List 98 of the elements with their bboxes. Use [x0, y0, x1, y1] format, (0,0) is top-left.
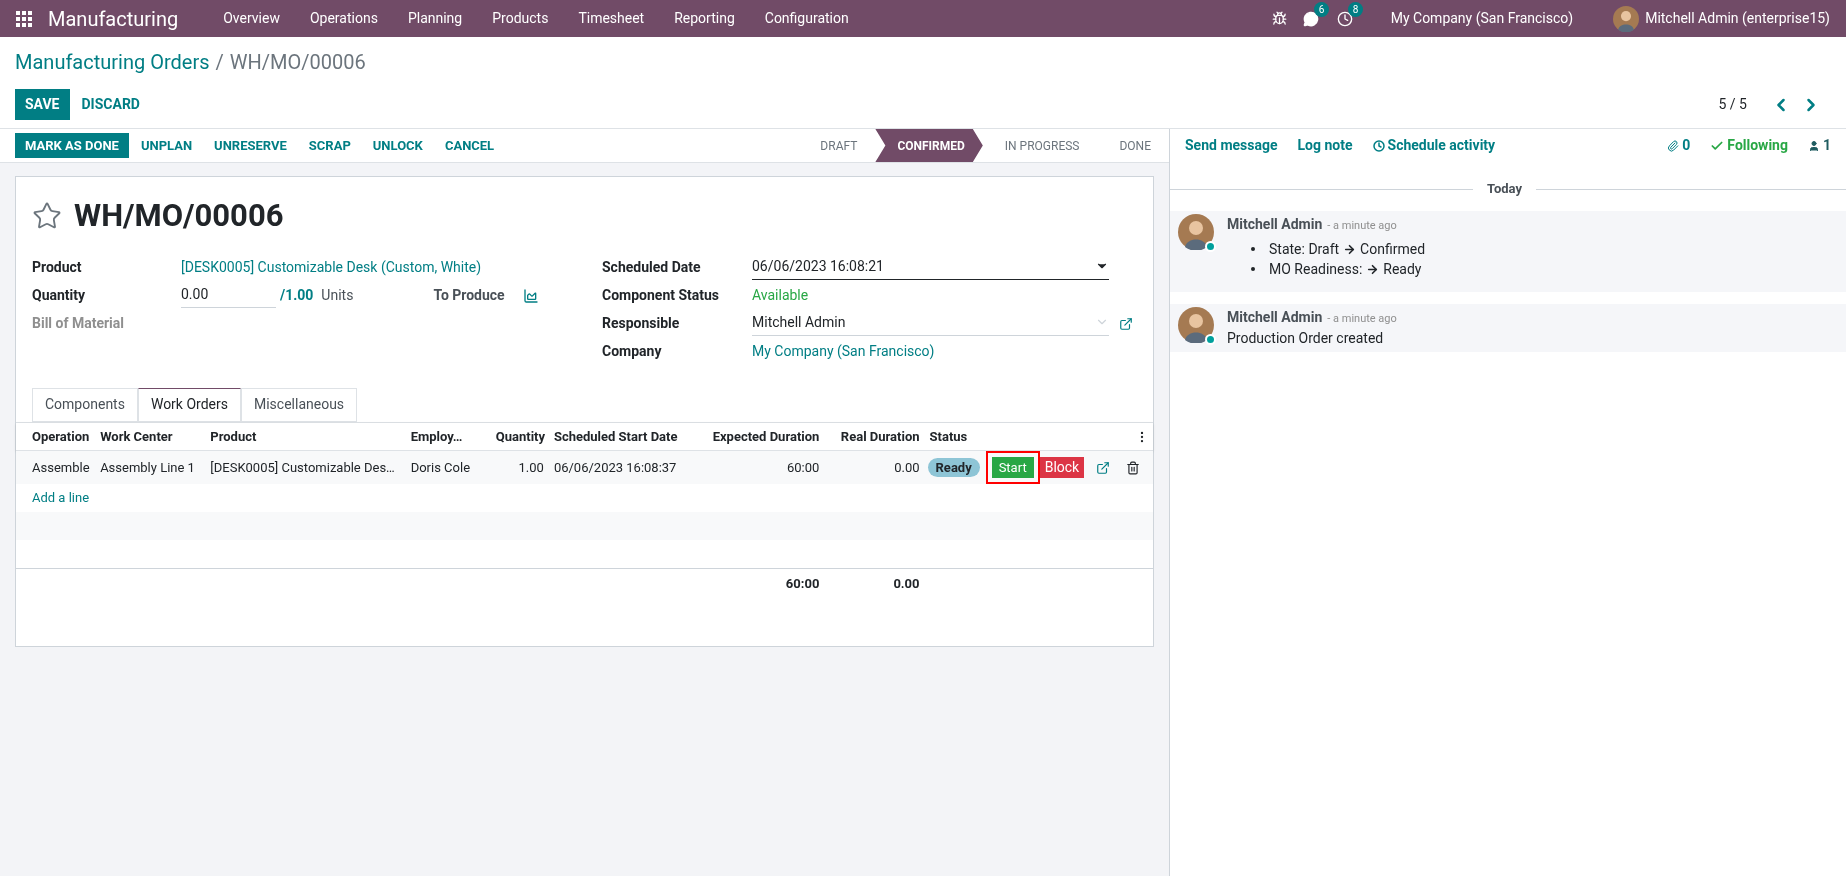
record-title: WH/MO/00006: [74, 196, 284, 236]
notebook-tab[interactable]: Miscellaneous: [240, 387, 358, 422]
avatar: [1178, 214, 1214, 250]
status-badge: Ready: [927, 457, 980, 477]
table-cell: 0.00: [823, 450, 924, 484]
messages-badge: 6: [1313, 1, 1330, 17]
field-label: Bill of Material: [32, 314, 124, 333]
tracking-value: Ready: [1383, 259, 1422, 279]
table-cell: 60:00: [693, 450, 824, 484]
user-icon: [1807, 139, 1820, 152]
clock-icon: [1372, 139, 1385, 152]
paperclip-icon: [1667, 139, 1680, 152]
arrow-icon: [1366, 262, 1380, 276]
block-button[interactable]: Block: [1039, 457, 1085, 478]
followers-button[interactable]: 1: [1807, 135, 1831, 156]
field-label: Company: [602, 342, 663, 361]
apps-menu-icon[interactable]: [16, 10, 32, 27]
company-switcher[interactable]: My Company (San Francisco): [1390, 8, 1574, 29]
column-header[interactable]: Scheduled Start Date: [547, 422, 694, 451]
field-label: Quantity: [32, 286, 87, 305]
unit-label: Units: [321, 286, 354, 305]
message-time: - a minute ago: [1327, 218, 1397, 234]
debug-icon[interactable]: [1271, 11, 1287, 26]
nav-menu-item[interactable]: Configuration: [749, 8, 864, 29]
field-label: Scheduled Date: [602, 258, 702, 277]
to-produce-label: To Produce: [433, 286, 505, 305]
message-time: - a minute ago: [1327, 311, 1397, 327]
status-stage[interactable]: CONFIRMED: [875, 129, 983, 162]
activities-badge: 8: [1347, 1, 1364, 17]
action-button[interactable]: UNRESERVE: [204, 133, 297, 158]
nav-menu-item[interactable]: Timesheet: [563, 8, 660, 29]
date-separator: Today: [1485, 180, 1523, 199]
forecast-chart-icon[interactable]: [522, 287, 539, 304]
tracking-field: State: Draft: [1269, 238, 1340, 260]
column-header[interactable]: Product: [204, 422, 405, 451]
avatar: [1613, 5, 1640, 32]
nav-menu-item[interactable]: Reporting: [659, 8, 750, 29]
product-link[interactable]: [DESK0005] Customizable Desk (Custom, White): [181, 257, 482, 278]
avatar: [1178, 307, 1214, 343]
message-author: Mitchell Admin: [1227, 308, 1323, 327]
column-header[interactable]: Quantity: [489, 422, 548, 451]
table-cell: [DESK0005] Customizable Des…: [204, 450, 405, 484]
message-body: Production Order created: [1227, 329, 1385, 348]
company-link[interactable]: My Company (San Francisco): [752, 341, 935, 362]
discard-button[interactable]: DISCARD: [69, 89, 152, 120]
delete-icon[interactable]: [1126, 460, 1141, 475]
arrow-icon: [1343, 242, 1357, 256]
total-expected: 60:00: [693, 568, 824, 598]
external-link-icon[interactable]: [1119, 316, 1133, 331]
table-cell: Doris Cole: [404, 450, 490, 484]
action-button[interactable]: UNPLAN: [130, 133, 203, 158]
column-header[interactable]: Expected Duration: [693, 422, 824, 451]
nav-menu-item[interactable]: Overview: [208, 8, 295, 29]
schedule-activity-button[interactable]: Schedule activity: [1372, 135, 1496, 156]
send-message-button[interactable]: Send message: [1185, 135, 1278, 156]
notebook-tab[interactable]: Work Orders: [137, 387, 241, 422]
quantity-field[interactable]: 0.00: [181, 283, 276, 308]
notebook-tab[interactable]: Components: [32, 387, 138, 422]
activities-icon[interactable]: [1336, 10, 1353, 27]
table-cell: 06/06/2023 16:08:37: [547, 450, 694, 484]
quantity-total: /1.00: [280, 286, 314, 305]
pager-value: 5 / 5: [1718, 95, 1747, 114]
table-cell: 1.00: [489, 450, 548, 484]
external-link-icon[interactable]: [1096, 460, 1111, 475]
messages-icon[interactable]: [1302, 10, 1319, 27]
column-header[interactable]: Real Duration: [823, 422, 924, 451]
add-line-link[interactable]: Add a line: [32, 490, 90, 506]
user-menu[interactable]: Mitchell Admin (enterprise15): [1645, 8, 1830, 29]
tracking-field: MO Readiness:: [1269, 258, 1363, 280]
field-label: Responsible: [602, 314, 681, 333]
attachments-button[interactable]: 0: [1667, 135, 1691, 156]
breadcrumb-current: WH/MO/00006: [229, 49, 366, 76]
responsible-field[interactable]: Mitchell Admin: [752, 311, 1109, 336]
nav-menu-item[interactable]: Planning: [392, 8, 478, 29]
breadcrumb-link[interactable]: Manufacturing Orders: [15, 47, 210, 77]
status-value: Available: [752, 286, 809, 305]
action-button[interactable]: CANCEL: [434, 133, 505, 158]
app-title[interactable]: Manufacturing: [48, 3, 179, 34]
total-real: 0.00: [823, 568, 924, 598]
field-label: Component Status: [602, 286, 721, 305]
message-author: Mitchell Admin: [1227, 215, 1323, 234]
date-field[interactable]: 06/06/2023 16:08:21: [752, 255, 1109, 280]
column-header[interactable]: Work Center: [94, 422, 205, 451]
field-label: Product: [32, 258, 83, 277]
action-button[interactable]: UNLOCK: [362, 133, 433, 158]
save-button[interactable]: SAVE: [15, 89, 70, 120]
log-note-button[interactable]: Log note: [1297, 135, 1353, 156]
column-header[interactable]: Operation: [16, 422, 95, 451]
table-cell: Assembly Line 1: [94, 450, 205, 484]
action-button[interactable]: SCRAP: [298, 133, 361, 158]
column-header[interactable]: Employ…: [404, 422, 490, 451]
action-button[interactable]: MARK AS DONE: [15, 133, 129, 158]
tracking-value: Confirmed: [1360, 239, 1426, 259]
table-cell: Assemble: [16, 450, 95, 484]
column-header[interactable]: Status: [923, 422, 984, 451]
nav-menu-item[interactable]: Operations: [294, 8, 393, 29]
breadcrumb-separator: /: [215, 49, 224, 76]
nav-menu-item[interactable]: Products: [477, 8, 564, 29]
